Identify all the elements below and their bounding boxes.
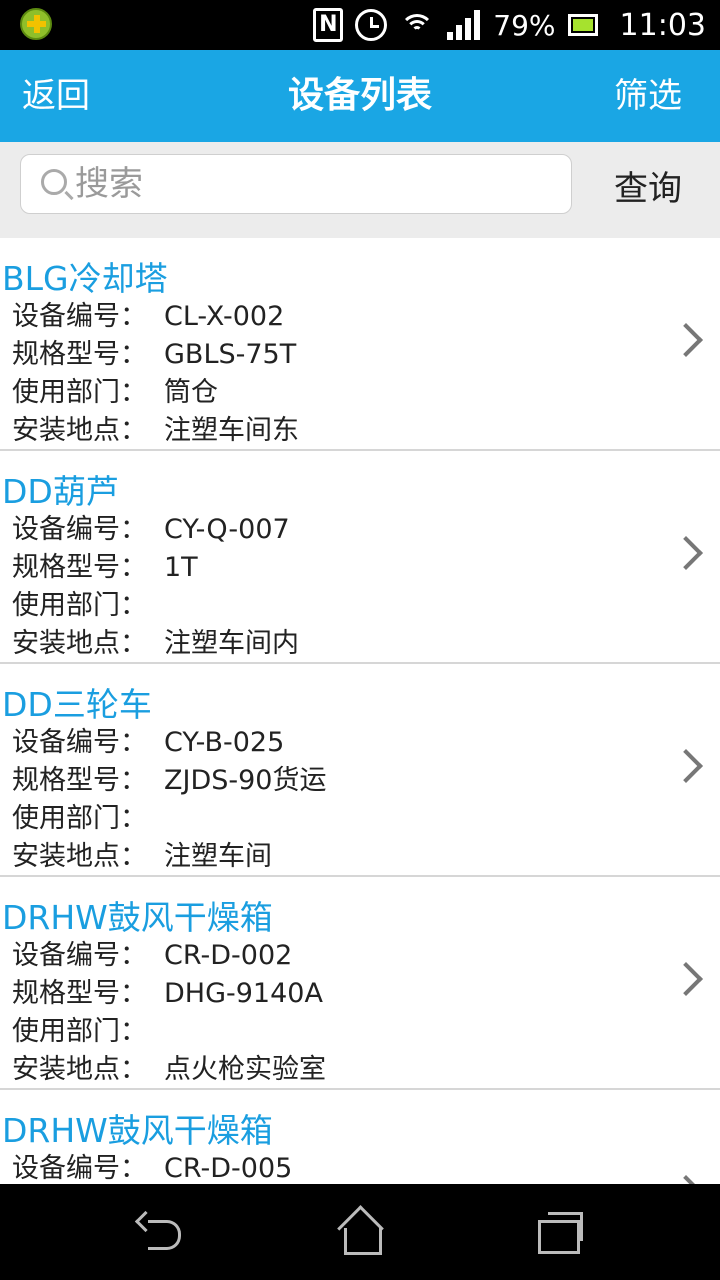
device-list-item[interactable]: BLG冷却塔 设备编号： CL-X-002 规格型号： GBLS-75T 使用部门：… [0, 238, 720, 451]
chevron-right-icon [669, 1175, 703, 1184]
chevron-right-icon [669, 962, 703, 996]
device-model-row: 规格型号： GBLS-75T [12, 336, 296, 374]
code-value: CR-D-005 [164, 1153, 293, 1184]
device-department-row: 使用部门： [12, 587, 164, 625]
device-code-row: 设备编号： CR-D-005 [12, 1150, 292, 1184]
search-input[interactable] [75, 155, 555, 213]
code-value: CY-Q-007 [164, 514, 290, 545]
device-code-row: 设备编号： CY-B-025 [12, 724, 284, 762]
department-value: 筒仓 [164, 377, 218, 408]
home-nav-icon[interactable] [338, 1210, 382, 1255]
location-label: 安装地点： [12, 415, 147, 446]
device-location-row: 安装地点： 注塑车间 [12, 838, 272, 876]
department-label: 使用部门： [12, 377, 147, 408]
device-list: BLG冷却塔 设备编号： CL-X-002 规格型号： GBLS-75T 使用部门：… [0, 238, 720, 1184]
device-code-row: 设备编号： CY-Q-007 [12, 511, 290, 549]
navigation-bar [0, 1184, 720, 1280]
department-label: 使用部门： [12, 803, 147, 834]
device-department-row: 使用部门： 筒仓 [12, 374, 218, 412]
code-value: CR-D-002 [164, 940, 293, 971]
location-value: 注塑车间内 [164, 628, 299, 659]
department-label: 使用部门： [12, 590, 147, 621]
device-model-row: 规格型号： ZJDS-90货运 [12, 762, 327, 800]
device-name: BLG冷却塔 [2, 259, 168, 298]
model-label: 规格型号： [12, 339, 147, 370]
device-code-row: 设备编号： CL-X-002 [12, 298, 284, 336]
search-icon [41, 169, 67, 195]
app-notification-icon [20, 8, 52, 40]
header-bar: 返回 设备列表 筛选 [0, 50, 720, 142]
model-value: DHG-9140A [164, 978, 323, 1009]
code-value: CL-X-002 [164, 301, 285, 332]
device-location-row: 安装地点： 注塑车间内 [12, 625, 299, 663]
nfc-icon: N [313, 8, 344, 42]
app-screen: N 79% 11:03 返回 设备列表 筛选 查 [0, 0, 720, 1280]
signal-icon [447, 10, 481, 40]
clock: 11:03 [619, 7, 706, 43]
device-department-row: 使用部门： [12, 800, 164, 838]
device-name: DRHW鼓风干燥箱 [2, 898, 273, 937]
model-label: 规格型号： [12, 765, 147, 796]
device-code-row: 设备编号： CR-D-002 [12, 937, 292, 975]
search-bar: 查询 [0, 142, 720, 238]
device-name: DD葫芦 [2, 472, 119, 511]
device-list-item[interactable]: DD三轮车 设备编号： CY-B-025 规格型号： ZJDS-90货运 使用部门：… [0, 664, 720, 877]
search-box[interactable] [20, 154, 572, 214]
battery-percent: 79% [493, 8, 556, 42]
model-value: GBLS-75T [164, 339, 297, 370]
device-department-row: 使用部门： [12, 1013, 164, 1051]
filter-button[interactable]: 筛选 [614, 50, 682, 142]
chevron-right-icon [669, 749, 703, 783]
model-label: 规格型号： [12, 978, 147, 1009]
code-label: 设备编号： [12, 1153, 147, 1184]
back-nav-icon[interactable] [136, 1214, 184, 1250]
device-location-row: 安装地点： 点火枪实验室 [12, 1051, 326, 1089]
location-value: 注塑车间东 [164, 415, 299, 446]
device-name: DRHW鼓风干燥箱 [2, 1111, 273, 1150]
location-label: 安装地点： [12, 1054, 147, 1085]
location-value: 注塑车间 [164, 841, 272, 872]
device-list-item[interactable]: DD葫芦 设备编号： CY-Q-007 规格型号： 1T 使用部门： 安装地点： 注塑… [0, 451, 720, 664]
device-name: DD三轮车 [2, 685, 152, 724]
status-bar: N 79% 11:03 [0, 0, 720, 50]
chevron-right-icon [669, 536, 703, 570]
model-value: 1T [164, 552, 198, 583]
model-value: ZJDS-90货运 [164, 765, 327, 796]
location-label: 安装地点： [12, 628, 147, 659]
device-model-row: 规格型号： 1T [12, 549, 198, 587]
wifi-icon [399, 10, 435, 40]
device-model-row: 规格型号： DHG-9140A [12, 975, 323, 1013]
model-label: 规格型号： [12, 552, 147, 583]
code-label: 设备编号： [12, 514, 147, 545]
department-label: 使用部门： [12, 1016, 147, 1047]
code-label: 设备编号： [12, 727, 147, 758]
location-label: 安装地点： [12, 841, 147, 872]
battery-icon [567, 14, 598, 36]
status-icons: N 79% 11:03 [313, 0, 706, 50]
page-title: 设备列表 [287, 75, 432, 116]
device-list-item[interactable]: DRHW鼓风干燥箱 设备编号： CR-D-005 [0, 1090, 720, 1184]
device-list-item[interactable]: DRHW鼓风干燥箱 设备编号： CR-D-002 规格型号： DHG-9140A 使… [0, 877, 720, 1090]
code-value: CY-B-025 [164, 727, 285, 758]
recent-apps-icon[interactable] [538, 1212, 583, 1254]
chevron-right-icon [669, 323, 703, 357]
alarm-icon [355, 9, 388, 41]
code-label: 设备编号： [12, 940, 147, 971]
device-location-row: 安装地点： 注塑车间东 [12, 412, 299, 450]
query-button[interactable]: 查询 [596, 154, 700, 224]
location-value: 点火枪实验室 [164, 1054, 326, 1085]
code-label: 设备编号： [12, 301, 147, 332]
